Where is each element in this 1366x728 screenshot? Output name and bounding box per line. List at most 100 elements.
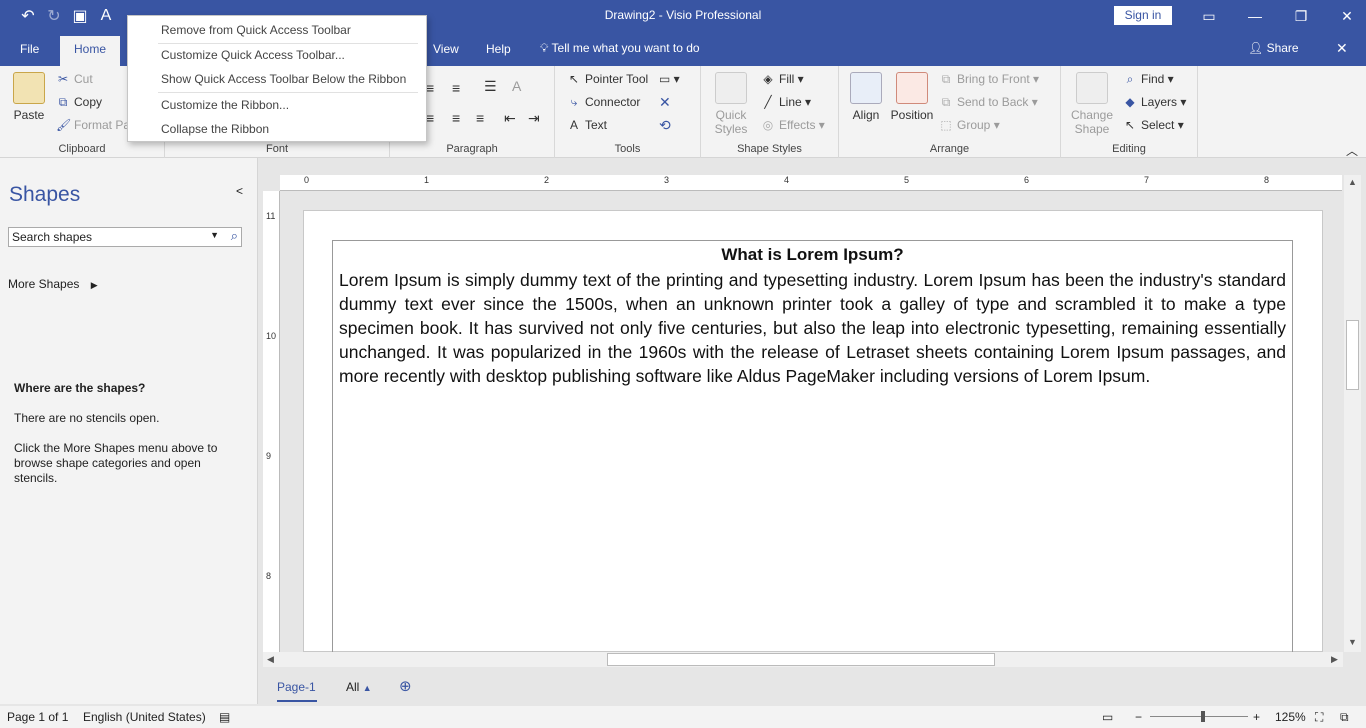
send-to-back-button[interactable]: ⧉ Send to Back ▾ <box>939 95 1038 110</box>
effects-button[interactable]: ◎ Effects ▾ <box>761 118 825 132</box>
menu-item-remove-qat[interactable]: Remove from Quick Access Toolbar <box>161 23 351 37</box>
text-shape[interactable]: What is Lorem Ipsum? Lorem Ipsum is simp… <box>332 240 1293 652</box>
vertical-scrollbar[interactable]: ▲ ▼ <box>1344 175 1361 652</box>
vertical-scroll-thumb[interactable] <box>1346 320 1359 390</box>
shapes-title: Shapes <box>9 183 81 206</box>
position-button[interactable]: Position <box>889 72 935 122</box>
bullets-icon[interactable]: ☰ <box>484 78 497 95</box>
bring-to-front-button[interactable]: ⧉ Bring to Front ▾ <box>939 72 1039 87</box>
tell-me-box[interactable]: 💡︎ Tell me what you want to do <box>540 41 700 56</box>
vertical-ruler: 11 10 9 8 <box>263 191 280 652</box>
align-left-icon[interactable]: ≡ <box>426 110 434 126</box>
layers-button[interactable]: ◆ Layers ▾ <box>1123 95 1186 109</box>
tab-help[interactable]: Help <box>486 42 511 56</box>
increase-indent-icon[interactable]: ⇥ <box>528 110 540 127</box>
menu-item-collapse-ribbon[interactable]: Collapse the Ribbon <box>161 122 269 136</box>
menu-item-customize-qat[interactable]: Customize Quick Access Toolbar... <box>161 48 345 62</box>
qat-context-menu: Remove from Quick Access Toolbar Customi… <box>127 15 427 142</box>
zoom-out-icon[interactable]: − <box>1135 710 1142 724</box>
collapse-ribbon-icon[interactable]: ︿ <box>1346 142 1358 159</box>
active-tab-indicator <box>277 700 317 702</box>
scroll-right-icon[interactable]: ▶ <box>1331 654 1338 665</box>
text-tool-button[interactable]: A Text <box>567 118 607 132</box>
tab-view[interactable]: View <box>433 42 459 56</box>
copy-icon: ⧉ <box>58 95 68 109</box>
menu-separator <box>158 43 418 44</box>
horizontal-scrollbar[interactable]: ◀ ▶ <box>263 652 1343 667</box>
zoom-level[interactable]: 125% <box>1275 710 1306 724</box>
zoom-in-icon[interactable]: + <box>1253 710 1260 724</box>
align-right-icon[interactable]: ≡ <box>452 110 460 126</box>
presentation-mode-icon[interactable]: ▭ <box>1102 710 1113 724</box>
rotate-icon[interactable]: ⟲ <box>659 117 671 134</box>
close-ribbon-icon[interactable]: ✕ <box>1336 40 1348 57</box>
fill-button[interactable]: ◈ Fill ▾ <box>761 72 803 86</box>
search-shapes-input[interactable]: Search shapes ▼ ⌕ <box>8 227 242 247</box>
scroll-left-icon[interactable]: ◀ <box>267 654 274 665</box>
text-size-icon[interactable]: A <box>512 78 521 94</box>
justify-icon[interactable]: ≡ <box>452 80 460 96</box>
search-icon[interactable]: ⌕ <box>231 228 238 244</box>
collapse-pane-icon[interactable]: < <box>236 184 243 198</box>
quick-styles-button[interactable]: Quick Styles <box>709 72 753 136</box>
rectangle-tool-icon[interactable]: ▭ ▾ <box>659 72 680 86</box>
menu-item-customize-ribbon[interactable]: Customize the Ribbon... <box>161 98 289 112</box>
horizontal-scroll-thumb[interactable] <box>607 653 995 666</box>
pointer-tool-button[interactable]: ↖ Pointer Tool <box>567 72 648 86</box>
select-button[interactable]: ↖ Select ▾ <box>1123 118 1184 132</box>
no-stencils-text: There are no stencils open. <box>14 411 160 425</box>
all-pages-button[interactable]: All ▲ <box>346 680 372 694</box>
bring-front-icon: ⧉ <box>941 72 951 86</box>
quick-styles-icon <box>715 72 747 104</box>
stencil-hint-text: Click the More Shapes menu above to brow… <box>14 441 218 485</box>
page-count[interactable]: Page 1 of 1 <box>7 710 68 724</box>
connector-icon: ⤷ <box>570 95 578 109</box>
add-page-icon[interactable]: ⊕ <box>399 677 412 695</box>
sign-in-button[interactable]: Sign in <box>1114 6 1172 25</box>
delete-icon[interactable]: ✕ <box>659 94 671 111</box>
change-shape-icon <box>1076 72 1108 104</box>
ribbon-display-icon[interactable]: ▭ <box>1186 0 1232 32</box>
tab-file[interactable]: File <box>20 42 39 56</box>
language-status[interactable]: English (United States) <box>83 710 206 724</box>
paste-button[interactable]: Paste <box>10 72 48 122</box>
group-button[interactable]: ⬚ Group ▾ <box>939 118 999 132</box>
status-bar: Page 1 of 1 English (United States) ▤ ▭ … <box>0 706 1366 728</box>
macro-icon[interactable]: ▤ <box>219 710 230 724</box>
group-editing: Change Shape ⌕ Find ▾ ◆ Layers ▾ ↖ Select ▾ … <box>1061 66 1198 158</box>
scroll-up-icon[interactable]: ▲ <box>1348 177 1357 187</box>
line-button[interactable]: ╱ Line ▾ <box>761 95 811 109</box>
format-painter-button[interactable]: 🖌︎ Format Pa <box>56 118 130 132</box>
switch-windows-icon[interactable]: ⧉ <box>1340 710 1349 725</box>
change-shape-button[interactable]: Change Shape <box>1069 72 1115 136</box>
copy-button[interactable]: ⧉ Copy <box>56 95 102 110</box>
justify-all-icon[interactable]: ≡ <box>476 110 484 126</box>
connector-button[interactable]: ⤷ Connector <box>567 95 641 110</box>
align-center-icon[interactable]: ≡ <box>426 80 434 96</box>
restore-icon[interactable]: ❐ <box>1278 0 1324 32</box>
zoom-slider[interactable] <box>1150 716 1248 717</box>
decrease-indent-icon[interactable]: ⇤ <box>504 110 516 127</box>
cut-button[interactable]: ✂ Cut <box>56 72 93 86</box>
group-label: Font <box>265 143 288 155</box>
pointer-icon: ↖ <box>568 72 580 86</box>
menu-item-show-qat-below[interactable]: Show Quick Access Toolbar Below the Ribb… <box>161 72 406 86</box>
fill-icon: ◈ <box>763 72 773 86</box>
close-icon[interactable]: ✕ <box>1324 0 1366 32</box>
fit-page-icon[interactable]: ⛶ <box>1315 710 1323 725</box>
effects-icon: ◎ <box>762 118 774 132</box>
scroll-down-icon[interactable]: ▼ <box>1348 637 1357 647</box>
select-icon: ↖ <box>1124 118 1136 132</box>
align-button[interactable]: Align <box>849 72 883 122</box>
tab-page-1[interactable]: Page-1 <box>277 680 316 694</box>
tab-home[interactable]: Home <box>60 36 121 66</box>
zoom-slider-thumb[interactable] <box>1201 711 1205 722</box>
more-shapes-menu[interactable]: More Shapes ▶ <box>8 277 98 291</box>
dropdown-arrow-icon[interactable]: ▼ <box>210 230 219 240</box>
minimize-icon[interactable]: — <box>1232 0 1278 32</box>
group-label: Shape Styles <box>737 143 802 155</box>
horizontal-ruler: 0 1 2 3 4 5 6 7 8 <box>280 175 1342 191</box>
find-button[interactable]: ⌕ Find ▾ <box>1123 72 1174 87</box>
position-icon <box>896 72 928 104</box>
share-button[interactable]: 👤︎ Share <box>1248 41 1299 55</box>
